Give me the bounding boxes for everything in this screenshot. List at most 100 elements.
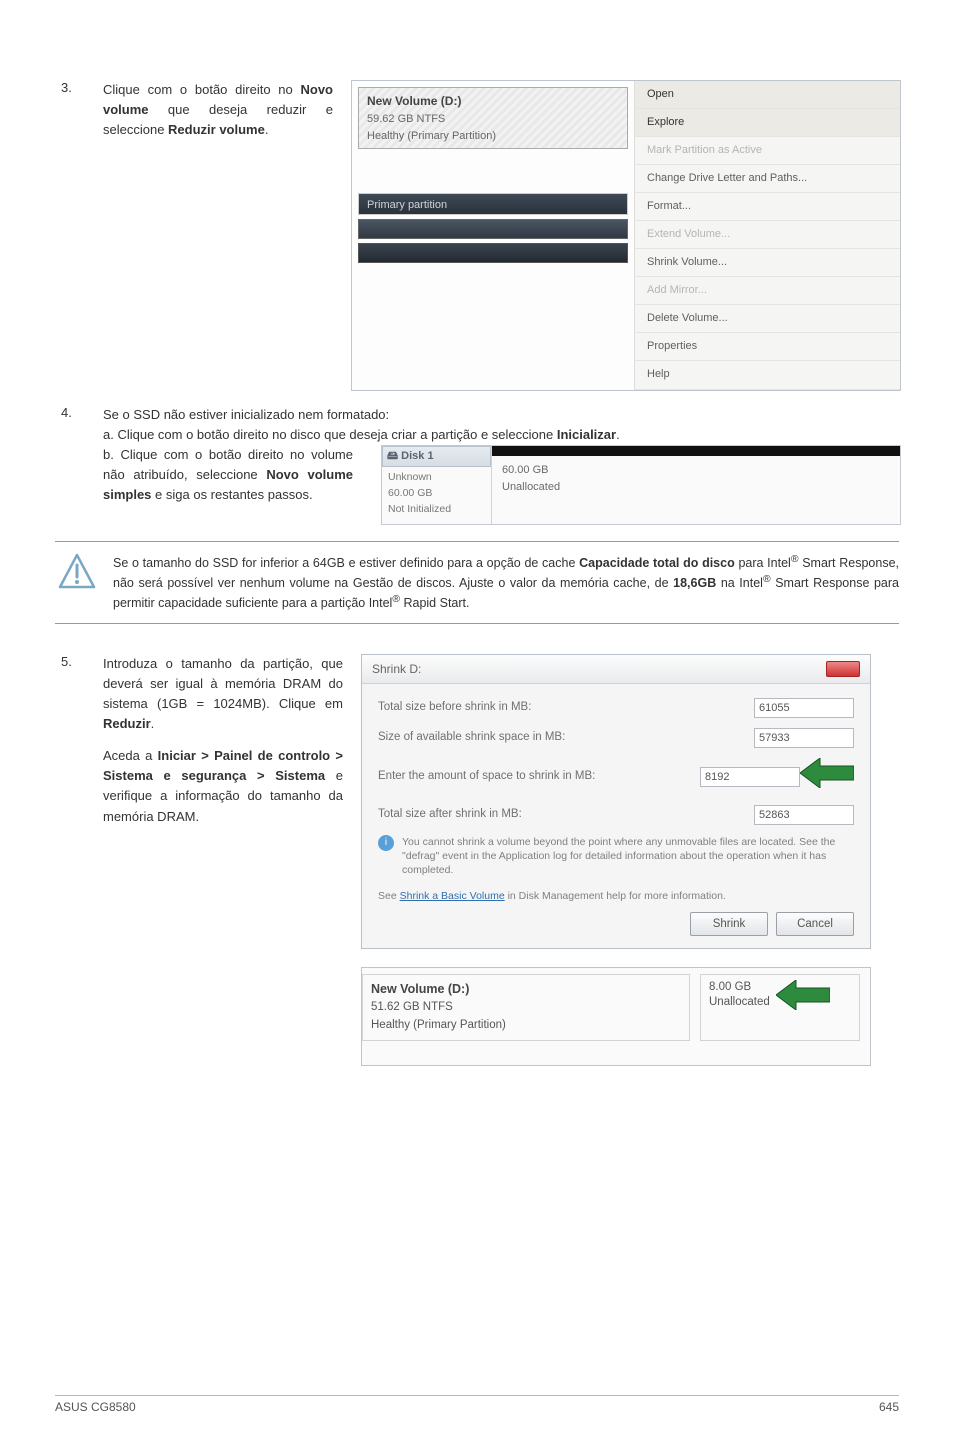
dialog-buttons: Shrink Cancel	[378, 912, 854, 936]
volume-health: Healthy (Primary Partition)	[367, 128, 619, 145]
bold-reduzir-volume: Reduzir volume	[168, 122, 265, 137]
after-rsize: 8.00 GB	[709, 980, 770, 996]
t: para Intel	[735, 556, 791, 570]
after-unalloc-text: 8.00 GB Unallocated	[709, 980, 770, 1011]
info-icon: i	[378, 835, 394, 851]
disk-rsize: 60.00 GB	[502, 462, 890, 479]
step4-line1: Se o SSD não estiver inicializado nem fo…	[103, 405, 901, 425]
menu-format[interactable]: Format...	[635, 193, 900, 221]
t: Introduza o tamanho da partição, que dev…	[103, 656, 343, 711]
info-text: You cannot shrink a volume beyond the po…	[402, 835, 854, 878]
bold-inicializar: Inicializar	[557, 427, 616, 442]
step-number: 5.	[55, 654, 103, 1066]
row-enter-amount: Enter the amount of space to shrink in M…	[378, 758, 854, 795]
step4-row: b. Clique com o botão direito no volume …	[103, 445, 901, 525]
t: a. Clique com o botão direito no disco q…	[103, 427, 557, 442]
strip-a	[358, 219, 628, 239]
menu-extend-volume: Extend Volume...	[635, 221, 900, 249]
step-number: 3.	[55, 80, 103, 391]
footer-right: 645	[879, 1400, 899, 1414]
t: e siga os restantes passos.	[151, 487, 312, 502]
shrink-button[interactable]: Shrink	[690, 912, 768, 936]
shrink-dialog: Shrink D: Total size before shrink in MB…	[361, 654, 871, 949]
warning-box: Se o tamanho do SSD for inferior a 64GB …	[55, 541, 899, 624]
disk-info-left: 🖴 Disk 1 Unknown 60.00 GB Not Initialize…	[382, 446, 492, 524]
step5-para1: Introduza o tamanho da partição, que dev…	[103, 654, 343, 735]
reg: ®	[763, 574, 771, 585]
menu-change-letter[interactable]: Change Drive Letter and Paths...	[635, 165, 900, 193]
menu-delete-volume[interactable]: Delete Volume...	[635, 305, 900, 333]
disk-label: 🖴 Disk 1	[382, 446, 491, 467]
partition-strip	[358, 219, 628, 263]
menu-explore[interactable]: Explore	[635, 109, 900, 137]
menu-open[interactable]: Open	[635, 81, 900, 109]
step5-right: Shrink D: Total size before shrink in MB…	[361, 654, 899, 1066]
step-3: 3. Clique com o botão direito no Novo vo…	[55, 80, 899, 391]
t: See	[378, 890, 400, 902]
volume-box: New Volume (D:) 59.62 GB NTFS Healthy (P…	[358, 87, 628, 149]
volume-title: New Volume (D:)	[367, 92, 619, 111]
step-4: 4. Se o SSD não estiver inicializado nem…	[55, 405, 899, 525]
t: .	[151, 716, 155, 731]
t: Rapid Start.	[400, 597, 469, 611]
page-footer: ASUS CG8580 645	[55, 1395, 899, 1414]
warning-text: Se o tamanho do SSD for inferior a 64GB …	[113, 552, 899, 613]
step4-b-text: b. Clique com o botão direito no volume …	[103, 445, 353, 525]
screenshot-context-menu: New Volume (D:) 59.62 GB NTFS Healthy (P…	[351, 80, 901, 391]
label: Enter the amount of space to shrink in M…	[378, 768, 595, 786]
t: Aceda a	[103, 748, 158, 763]
after-volume-box: New Volume (D:) 51.62 GB NTFS Healthy (P…	[362, 974, 690, 1041]
dialog-title: Shrink D:	[372, 660, 421, 679]
value-total-after	[754, 805, 854, 825]
context-menu: Open Explore Mark Partition as Active Ch…	[634, 81, 900, 390]
disk-unknown: Unknown	[388, 469, 485, 485]
input-shrink-amount[interactable]	[700, 767, 800, 787]
cancel-button[interactable]: Cancel	[776, 912, 854, 936]
bold-reduzir: Reduzir	[103, 716, 151, 731]
label: Size of available shrink space in MB:	[378, 729, 565, 747]
volume-size: 59.62 GB NTFS	[367, 111, 619, 128]
after-health: Healthy (Primary Partition)	[371, 1017, 681, 1035]
step-body: Se o SSD não estiver inicializado nem fo…	[103, 405, 901, 525]
t: na Intel	[716, 576, 763, 590]
step-body: Clique com o botão direito no Novo volum…	[103, 80, 901, 391]
footer-left: ASUS CG8580	[55, 1400, 136, 1414]
menu-shrink-volume[interactable]: Shrink Volume...	[635, 249, 900, 277]
arrow-left-icon	[800, 758, 854, 795]
t: in Disk Management help for more informa…	[505, 890, 726, 902]
disk-right: 60.00 GB Unallocated	[492, 446, 900, 524]
bold-186gb: 18,6GB	[673, 576, 716, 590]
primary-partition-label: Primary partition	[358, 193, 628, 215]
arrow-left-icon	[776, 980, 830, 1017]
disk-label-text: Disk 1	[401, 450, 433, 462]
step-number: 4.	[55, 405, 103, 525]
bold-capacidade: Capacidade total do disco	[579, 556, 735, 570]
screenshot-after-shrink: New Volume (D:) 51.62 GB NTFS Healthy (P…	[361, 967, 871, 1066]
menu-help[interactable]: Help	[635, 361, 900, 389]
t: Se o tamanho do SSD for inferior a 64GB …	[113, 556, 579, 570]
value-total-before	[754, 698, 854, 718]
ss3-top: New Volume (D:) 59.62 GB NTFS Healthy (P…	[352, 81, 900, 390]
row-total-before: Total size before shrink in MB:	[378, 698, 854, 718]
menu-properties[interactable]: Properties	[635, 333, 900, 361]
disk-top-bar	[492, 446, 900, 456]
value-available	[754, 728, 854, 748]
step-3-text: Clique com o botão direito no Novo volum…	[103, 80, 333, 391]
dialog-body: Total size before shrink in MB: Size of …	[362, 684, 870, 948]
t: .	[265, 122, 269, 137]
disk-unalloc: Unallocated	[502, 479, 890, 496]
row-total-after: Total size after shrink in MB:	[378, 805, 854, 825]
dialog-titlebar: Shrink D:	[362, 655, 870, 685]
link-shrink-basic-volume[interactable]: Shrink a Basic Volume	[400, 890, 505, 902]
t: .	[616, 427, 620, 442]
disk-notinit: Not Initialized	[388, 501, 485, 517]
strip-b	[358, 243, 628, 263]
step-body: Introduza o tamanho da partição, que dev…	[103, 654, 899, 1066]
close-icon[interactable]	[826, 661, 860, 677]
step5-para2: Aceda a Iniciar > Painel de controlo > S…	[103, 746, 343, 827]
disk-unalloc-body: 60.00 GB Unallocated	[492, 456, 900, 524]
step4-a: a. Clique com o botão direito no disco q…	[103, 425, 901, 445]
menu-add-mirror: Add Mirror...	[635, 277, 900, 305]
screenshot-disk-not-initialized: 🖴 Disk 1 Unknown 60.00 GB Not Initialize…	[381, 445, 901, 525]
menu-mark-active: Mark Partition as Active	[635, 137, 900, 165]
